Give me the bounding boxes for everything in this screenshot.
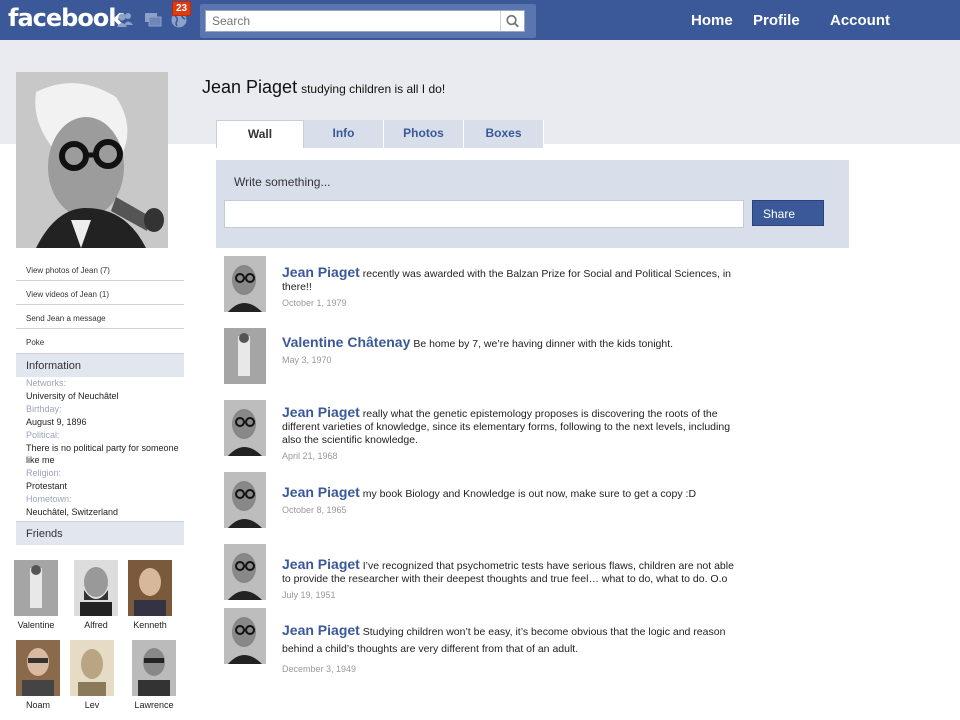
nav-home-link[interactable]: Home xyxy=(691,12,733,29)
post-author[interactable]: Jean Piaget xyxy=(282,404,360,420)
profile-name: Jean Piaget xyxy=(202,77,298,97)
facebook-logo[interactable]: facebook xyxy=(8,4,124,32)
tab-info[interactable]: Info xyxy=(304,120,384,148)
publisher-prompt: Write something... xyxy=(234,175,331,189)
friend-item[interactable]: Valentine xyxy=(8,560,64,630)
send-message-link[interactable]: Send Jean a message xyxy=(16,305,184,329)
friend-name[interactable]: Lev xyxy=(64,700,120,710)
profile-status: studying children is all I do! xyxy=(301,82,446,96)
friend-item[interactable]: Alfred xyxy=(68,560,124,630)
info-key: Hometown: xyxy=(26,494,72,505)
post-author-photo[interactable] xyxy=(224,544,266,600)
info-key: Birthday: xyxy=(26,403,62,414)
messages-icon[interactable] xyxy=(144,11,162,29)
friend-requests-icon[interactable] xyxy=(116,11,134,29)
friend-photo[interactable] xyxy=(70,640,114,696)
post-author[interactable]: Jean Piaget xyxy=(282,484,360,500)
tab-wall[interactable]: Wall xyxy=(216,120,304,148)
profile-picture[interactable] xyxy=(16,72,168,248)
friend-item[interactable]: Lev xyxy=(64,640,120,710)
view-videos-link[interactable]: View videos of Jean (1) xyxy=(16,281,184,305)
friend-photo[interactable] xyxy=(128,560,172,616)
post-author[interactable]: Jean Piaget xyxy=(282,622,360,638)
post-author[interactable]: Jean Piaget xyxy=(282,264,360,280)
post-author-photo[interactable] xyxy=(224,400,266,456)
post-date[interactable]: April 21, 1968 xyxy=(282,450,742,463)
post-date[interactable]: December 3, 1949 xyxy=(282,661,742,678)
post-text: my book Biology and Knowledge is out now… xyxy=(362,488,697,500)
info-value: University of Neuchâtel xyxy=(26,390,119,401)
info-value: There is no political party for someone … xyxy=(26,442,179,466)
info-value: Neuchâtel, Switzerland xyxy=(26,507,119,518)
wall-publisher: Write something... Share xyxy=(216,160,849,248)
friend-name[interactable]: Alfred xyxy=(68,620,124,630)
publisher-input[interactable] xyxy=(224,200,744,228)
post-date[interactable]: October 8, 1965 xyxy=(282,504,742,517)
friend-photo[interactable] xyxy=(74,560,118,616)
friend-photo[interactable] xyxy=(132,640,176,696)
search-icon[interactable] xyxy=(500,11,524,31)
post-author-photo[interactable] xyxy=(224,256,266,312)
post-author-photo[interactable] xyxy=(224,472,266,528)
friends-header: Friends xyxy=(16,521,184,545)
view-photos-link[interactable]: View photos of Jean (7) xyxy=(16,257,184,281)
share-button[interactable]: Share xyxy=(752,200,824,226)
friend-name[interactable]: Kenneth xyxy=(122,620,178,630)
post-date[interactable]: July 19, 1951 xyxy=(282,589,742,602)
nav-account-link[interactable]: Account xyxy=(830,12,890,29)
info-value: August 9, 1896 xyxy=(26,416,87,427)
post-author-photo[interactable] xyxy=(224,608,266,664)
profile-name-line: Jean Piaget studying children is all I do… xyxy=(202,77,445,98)
notification-badge[interactable]: 23 xyxy=(172,1,192,16)
info-value: Protestant xyxy=(26,481,68,492)
friend-item[interactable]: Noam xyxy=(10,640,66,710)
post-date[interactable]: May 3, 1970 xyxy=(282,354,742,367)
post-text: Be home by 7, we’re having dinner with t… xyxy=(413,338,674,350)
search-input[interactable] xyxy=(205,10,525,32)
friend-item[interactable]: Lawrence xyxy=(126,640,182,710)
tab-boxes[interactable]: Boxes xyxy=(464,120,544,148)
friend-name[interactable]: Lawrence xyxy=(126,700,182,710)
friend-item[interactable]: Kenneth xyxy=(122,560,178,630)
friend-photo[interactable] xyxy=(16,640,60,696)
post-author[interactable]: Valentine Châtenay xyxy=(282,334,410,350)
information-list: Networks: University of Neuchâtel Birthd… xyxy=(26,377,186,519)
nav-profile-link[interactable]: Profile xyxy=(753,12,800,29)
friend-name[interactable]: Valentine xyxy=(8,620,64,630)
post-date[interactable]: October 1, 1979 xyxy=(282,297,742,310)
poke-link[interactable]: Poke xyxy=(16,329,184,353)
friend-name[interactable]: Noam xyxy=(10,700,66,710)
tab-photos[interactable]: Photos xyxy=(384,120,464,148)
info-key: Religion: xyxy=(26,468,62,479)
friend-photo[interactable] xyxy=(14,560,58,616)
post-author[interactable]: Jean Piaget xyxy=(282,556,360,572)
info-key: Political: xyxy=(26,429,60,440)
info-key: Networks: xyxy=(26,378,67,388)
information-header: Information xyxy=(16,353,184,377)
post-author-photo[interactable] xyxy=(224,328,266,384)
